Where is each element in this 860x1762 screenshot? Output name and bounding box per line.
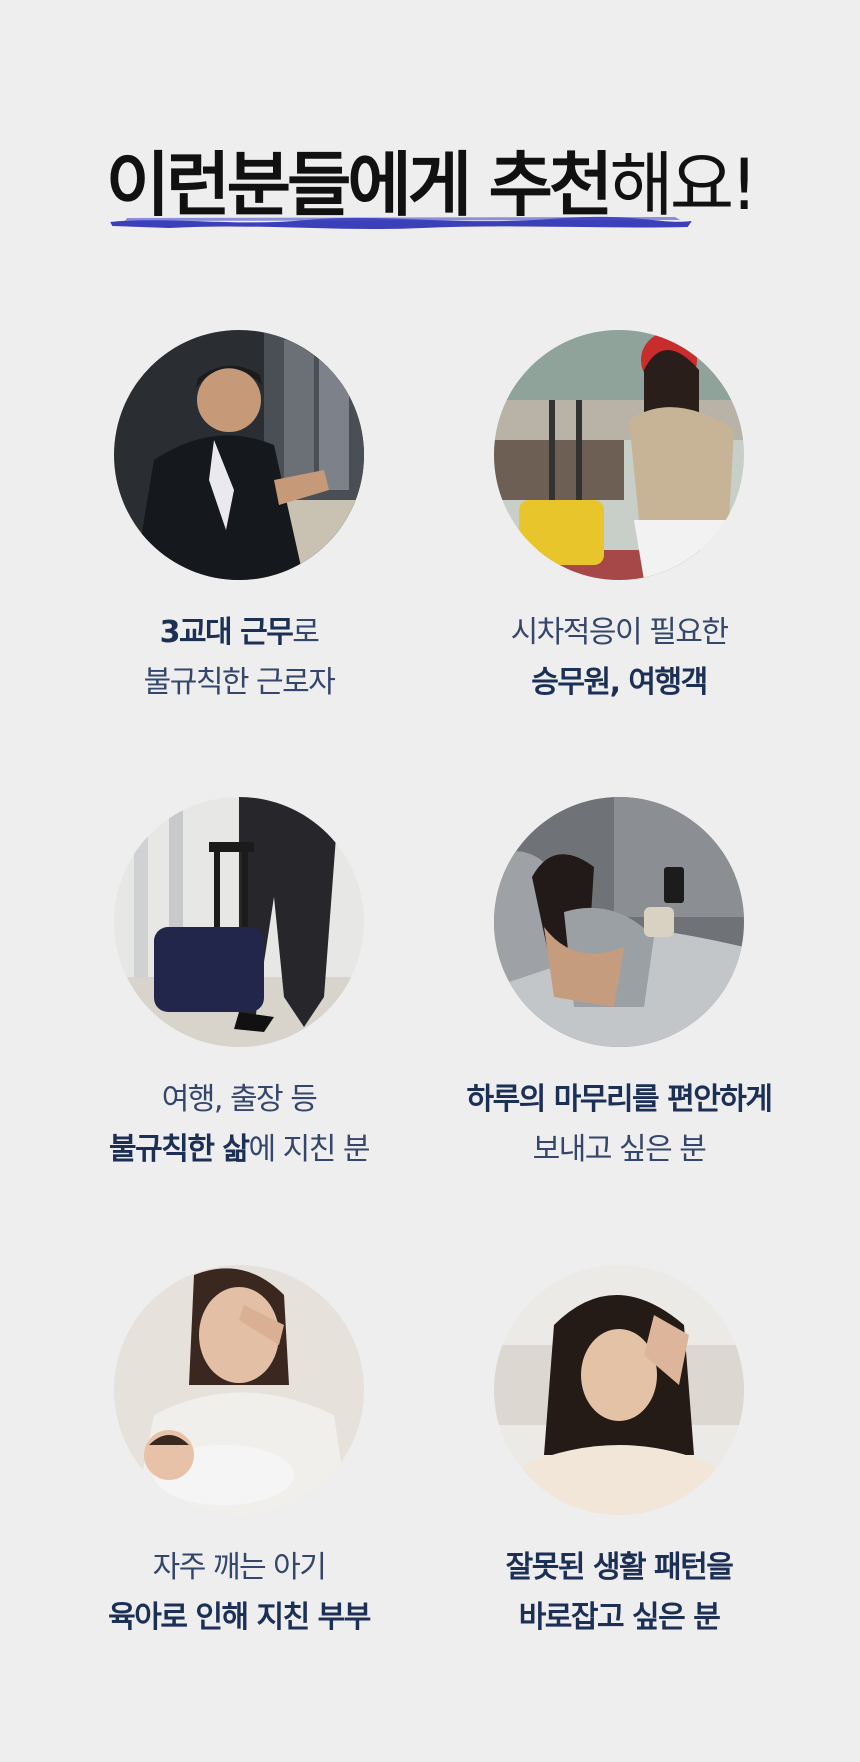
card-caption: 시차적응이 필요한 승무원, 여행객	[404, 608, 834, 708]
card-caption: 여행, 출장 등 불규칙한 삶에 지친 분	[24, 1075, 454, 1175]
caption-text: 불규칙한 근로자	[143, 665, 336, 700]
caption-text: 자주 깨는 아기	[152, 1550, 327, 1585]
caption-text: 시차적응이 필요한	[510, 615, 729, 650]
card-business-traveler: 여행, 출장 등 불규칙한 삶에 지친 분	[24, 797, 454, 1175]
caption-text: 로	[292, 615, 320, 650]
woman-in-bed-with-phone-photo	[494, 797, 744, 1047]
caption-text: 에 지친 분	[248, 1132, 370, 1167]
walking-with-luggage-photo	[114, 797, 364, 1047]
card-caption: 3교대 근무로 불규칙한 근로자	[24, 608, 454, 708]
caption-text: 보내고 싶은 분	[532, 1132, 707, 1167]
traveler-with-suitcase-photo	[494, 330, 744, 580]
card-caption: 자주 깨는 아기 육아로 인해 지친 부부	[24, 1543, 454, 1643]
caption-bold: 육아로 인해 지친 부부	[108, 1600, 371, 1635]
caption-bold: 3교대 근무	[159, 615, 294, 650]
caption-bold: 하루의 마무리를 편안하게	[466, 1082, 774, 1117]
caption-bold: 승무원, 여행객	[531, 665, 708, 700]
card-flight-crew: 시차적응이 필요한 승무원, 여행객	[404, 330, 834, 708]
card-caption: 하루의 마무리를 편안하게 보내고 싶은 분	[404, 1075, 834, 1175]
tired-mother-with-baby-photo	[114, 1265, 364, 1515]
businessman-checking-watch-photo	[114, 330, 364, 580]
card-shift-worker: 3교대 근무로 불규칙한 근로자	[24, 330, 454, 708]
caption-bold: 잘못된 생활 패턴을	[505, 1550, 734, 1585]
card-fix-pattern: 잘못된 생활 패턴을 바로잡고 싶은 분	[404, 1265, 834, 1643]
recommendation-grid: 3교대 근무로 불규칙한 근로자 시차적응이 필요한 승무원, 여행객 여행, …	[0, 0, 860, 1762]
caption-bold: 불규칙한 삶	[109, 1132, 250, 1167]
caption-text: 여행, 출장 등	[161, 1082, 318, 1117]
tired-woman-holding-head-photo	[494, 1265, 744, 1515]
card-caption: 잘못된 생활 패턴을 바로잡고 싶은 분	[404, 1543, 834, 1643]
caption-bold: 바로잡고 싶은 분	[518, 1600, 721, 1635]
card-parents: 자주 깨는 아기 육아로 인해 지친 부부	[24, 1265, 454, 1643]
card-evening-relax: 하루의 마무리를 편안하게 보내고 싶은 분	[404, 797, 834, 1175]
